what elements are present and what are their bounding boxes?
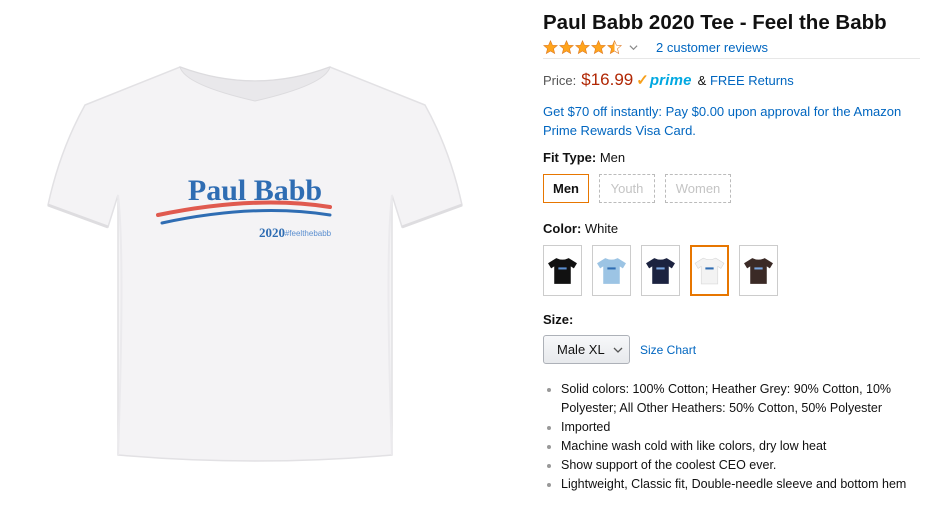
chevron-down-icon[interactable]: [629, 43, 638, 52]
size-label: Size:: [543, 312, 574, 327]
color-swatch-light-blue[interactable]: [592, 245, 631, 296]
shirt-logo-year: 2020: [259, 225, 285, 240]
fit-type-heading: Fit Type: Men: [543, 150, 625, 165]
product-tshirt-image[interactable]: Paul Babb 2020 #feelthebabb: [30, 55, 480, 475]
bullet-dot-icon: [547, 483, 551, 487]
color-swatch-navy[interactable]: [641, 245, 680, 296]
feature-bullet: Solid colors: 100% Cotton; Heather Grey:…: [543, 380, 923, 418]
tshirt-icon: [646, 258, 675, 284]
star-full-icon: [575, 39, 590, 54]
color-label: Color:: [543, 221, 582, 236]
promo-offer-link[interactable]: Get $70 off instantly: Pay $0.00 upon ap…: [543, 102, 913, 140]
size-dropdown[interactable]: Male XL: [543, 335, 630, 364]
color-selected: White: [584, 221, 619, 236]
feature-bullet: Imported: [543, 418, 923, 437]
title-divider: [543, 58, 920, 59]
star-rating[interactable]: [543, 39, 623, 55]
rating-row: 2 customer reviews: [543, 38, 768, 56]
prime-badge: ✓ prime: [636, 71, 691, 89]
size-row: Male XL Size Chart: [543, 335, 696, 364]
product-title: Paul Babb 2020 Tee - Feel the Babb: [543, 11, 887, 34]
color-heading: Color: White: [543, 221, 618, 236]
feature-bullet-text: Show support of the coolest CEO ever.: [561, 458, 777, 472]
shirt-logo-hashtag: #feelthebabb: [285, 229, 332, 238]
price-value: $16.99: [581, 70, 634, 89]
feature-bullet: Machine wash cold with like colors, dry …: [543, 437, 923, 456]
price-label: Price:: [543, 73, 577, 88]
tshirt-icon: [694, 257, 725, 285]
chevron-down-icon: [613, 347, 623, 353]
feature-bullet-text: Imported: [561, 420, 611, 434]
product-image-pane[interactable]: Paul Babb 2020 #feelthebabb: [0, 0, 520, 517]
feature-bullet-text: Machine wash cold with like colors, dry …: [561, 439, 827, 453]
color-swatch-brown[interactable]: [739, 245, 778, 296]
prime-check-icon: ✓: [636, 72, 649, 89]
star-full-icon: [591, 39, 606, 54]
prime-logo-text: prime: [649, 72, 692, 89]
fit-option-youth[interactable]: Youth: [599, 174, 655, 203]
feature-bullet-text: Lightweight, Classic fit, Double-needle …: [561, 477, 907, 491]
color-swatches: [543, 245, 788, 296]
tshirt-icon: [744, 258, 773, 284]
color-swatch-black[interactable]: [543, 245, 582, 296]
free-returns-link[interactable]: FREE Returns: [710, 73, 794, 88]
feature-bullet: Lightweight, Classic fit, Double-needle …: [543, 475, 923, 494]
size-chart-link[interactable]: Size Chart: [640, 343, 696, 357]
feature-bullet: Show support of the coolest CEO ever.: [543, 456, 923, 475]
fit-type-selected: Men: [599, 150, 626, 165]
bullet-dot-icon: [547, 426, 551, 430]
price-row: Price: $16.99 ✓ prime & FREE Returns: [543, 70, 794, 90]
tshirt-icon: [597, 258, 626, 284]
color-swatch-white[interactable]: [690, 245, 729, 296]
free-returns: & FREE Returns: [698, 73, 794, 88]
customer-reviews-link[interactable]: 2 customer reviews: [656, 40, 768, 55]
bullet-dot-icon: [547, 388, 551, 392]
star-full-icon: [543, 39, 558, 54]
tshirt-icon: [548, 258, 577, 284]
star-full-icon: [559, 39, 574, 54]
feature-bullet-text: Solid colors: 100% Cotton; Heather Grey:…: [561, 382, 892, 415]
fit-type-options: Men Youth Women: [543, 174, 741, 203]
bullet-dot-icon: [547, 445, 551, 449]
returns-ampersand: &: [697, 73, 707, 88]
fit-option-men[interactable]: Men: [543, 174, 589, 203]
bullet-dot-icon: [547, 464, 551, 468]
size-heading: Size:: [543, 312, 573, 327]
fit-type-label: Fit Type:: [543, 150, 597, 165]
fit-option-women[interactable]: Women: [665, 174, 731, 203]
star-half-icon: [607, 39, 622, 54]
size-selected-value: Male XL: [557, 342, 605, 357]
feature-bullets: Solid colors: 100% Cotton; Heather Grey:…: [543, 380, 923, 494]
